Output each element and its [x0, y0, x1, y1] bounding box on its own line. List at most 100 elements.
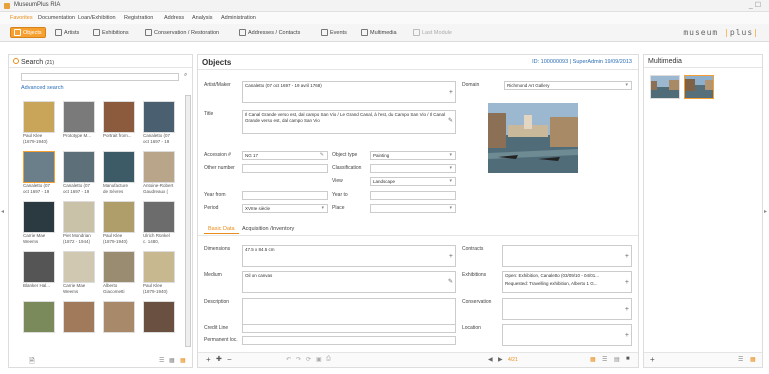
- result-item[interactable]: Antoine-Robert Gaudreaux (: [143, 151, 181, 194]
- media-grid-icon[interactable]: ▦: [750, 356, 756, 363]
- result-thumbnail[interactable]: [103, 101, 135, 133]
- add-contract-icon[interactable]: +: [625, 253, 629, 259]
- delete-icon[interactable]: −: [227, 355, 232, 364]
- tab-acquisition-inventory[interactable]: Acquisition /Inventory: [238, 224, 298, 234]
- exhibitions-field[interactable]: Open: Exhibition, Canaletto (03/09/10 - …: [502, 271, 632, 293]
- period-select[interactable]: XVIIIe siècle ▾: [242, 204, 328, 213]
- menu-analysis[interactable]: Analysis: [192, 15, 212, 21]
- exhibition-entry[interactable]: Open: Exhibition, Canaletto (03/09/10 - …: [505, 273, 617, 279]
- edit-title-icon[interactable]: ✎: [448, 118, 453, 125]
- result-thumbnail[interactable]: [23, 301, 55, 333]
- result-thumbnail[interactable]: [103, 151, 135, 183]
- result-thumbnail[interactable]: [143, 301, 175, 333]
- result-item[interactable]: Portrait from...: [103, 101, 141, 139]
- location-field[interactable]: +: [502, 324, 632, 346]
- list-view-icon[interactable]: ☰: [159, 357, 164, 364]
- result-item[interactable]: [103, 301, 141, 333]
- result-thumbnail[interactable]: [143, 101, 175, 133]
- events-module-button[interactable]: Events: [318, 27, 350, 38]
- title-field[interactable]: Il Canal Grande verso est, dal campo San…: [242, 110, 456, 134]
- result-item[interactable]: Prototype M...: [63, 101, 101, 139]
- result-thumbnail[interactable]: [143, 151, 175, 183]
- objects-module-button[interactable]: Objects: [10, 27, 46, 38]
- search-submit-icon[interactable]: ⌕: [184, 72, 187, 79]
- undo-icon[interactable]: ↶: [286, 356, 291, 363]
- menu-address[interactable]: Address: [164, 15, 184, 21]
- add-conservation-icon[interactable]: +: [625, 306, 629, 312]
- result-item[interactable]: Canaletto (07 oct 1697 - 19: [63, 151, 101, 194]
- add-exhibition-icon[interactable]: +: [625, 279, 629, 285]
- exhibitions-module-button[interactable]: Exhibitions: [90, 27, 132, 38]
- prev-record-icon[interactable]: ◀: [488, 356, 493, 363]
- result-thumbnail[interactable]: [103, 201, 135, 233]
- grid-view-icon[interactable]: ▦: [169, 357, 175, 364]
- result-item[interactable]: Carrie Mae Weems: [23, 201, 61, 244]
- results-scrollbar[interactable]: [185, 95, 191, 347]
- result-thumbnail[interactable]: [23, 101, 55, 133]
- other-number-field[interactable]: [242, 164, 328, 173]
- medium-field[interactable]: Oil on canvas ✎: [242, 271, 456, 293]
- result-item[interactable]: Paul Klee (1879-1940): [23, 101, 61, 144]
- result-thumbnail[interactable]: [63, 251, 95, 283]
- media-list-icon[interactable]: ☰: [738, 356, 743, 363]
- redo-icon[interactable]: ↷: [296, 356, 301, 363]
- multimedia-thumb[interactable]: [650, 75, 680, 99]
- result-thumbnail[interactable]: [63, 101, 95, 133]
- result-item[interactable]: Alberto Giacometti: [103, 251, 141, 294]
- result-thumbnail[interactable]: [63, 201, 95, 233]
- year-to-field[interactable]: [370, 191, 456, 200]
- result-item[interactable]: [23, 301, 61, 333]
- result-thumbnail[interactable]: [63, 301, 95, 333]
- add-dimension-icon[interactable]: +: [449, 253, 453, 259]
- search-input[interactable]: [21, 73, 179, 81]
- result-thumbnail[interactable]: [23, 151, 55, 183]
- permanent-loc-field[interactable]: [242, 336, 456, 345]
- year-from-field[interactable]: [242, 191, 328, 200]
- object-type-select[interactable]: Painting ▾: [370, 151, 456, 160]
- refresh-icon[interactable]: ⟳: [306, 356, 311, 363]
- print-icon[interactable]: ⎙: [326, 356, 331, 363]
- accession-field[interactable]: NG 17 ✎: [242, 151, 328, 160]
- result-item[interactable]: Paul Klee (1879-1940): [103, 201, 141, 244]
- classification-select[interactable]: ▾: [370, 164, 456, 173]
- add-record-icon[interactable]: 🗎: [29, 357, 35, 368]
- result-item[interactable]: Canaletto (07 oct 1697 - 19: [143, 101, 181, 144]
- layout-list-icon[interactable]: ☰: [602, 356, 607, 363]
- contracts-field[interactable]: +: [502, 245, 632, 267]
- collapse-right-icon[interactable]: ▸: [764, 208, 767, 215]
- tab-basic-data[interactable]: Basic Data: [204, 224, 239, 234]
- multimedia-module-button[interactable]: Multimedia: [358, 27, 400, 38]
- result-thumbnail[interactable]: [23, 251, 55, 283]
- conservation-field[interactable]: +: [502, 298, 632, 320]
- place-select[interactable]: ▾: [370, 204, 456, 213]
- artists-module-button[interactable]: Artists: [52, 27, 82, 38]
- result-item[interactable]: [143, 301, 181, 333]
- add-location-icon[interactable]: +: [625, 332, 629, 338]
- conservation-module-button[interactable]: Conservation / Restoration: [142, 27, 222, 38]
- add-media-icon[interactable]: +: [650, 355, 655, 364]
- result-thumbnail[interactable]: [143, 251, 175, 283]
- last-module-button[interactable]: Last Module: [410, 27, 455, 38]
- add-object-icon[interactable]: +: [206, 355, 211, 364]
- result-item[interactable]: Piet Mondrian (1872 - 1944): [63, 201, 101, 244]
- edit-icon[interactable]: ✎: [320, 152, 324, 159]
- add-artist-icon[interactable]: +: [449, 89, 453, 95]
- domain-select[interactable]: Richmond Art Gallery ▾: [504, 81, 632, 90]
- dimensions-field[interactable]: 47.5 x 84.5 cm +: [242, 245, 456, 267]
- credit-line-field[interactable]: [242, 324, 456, 333]
- result-thumbnail[interactable]: [103, 301, 135, 333]
- result-thumbnail[interactable]: [63, 151, 95, 183]
- result-item[interactable]: Manufacture de Sèvres: [103, 151, 141, 194]
- save-icon[interactable]: ▣: [316, 356, 322, 363]
- next-record-icon[interactable]: ▶: [498, 356, 503, 363]
- window-controls[interactable]: _ ☐: [749, 1, 761, 9]
- collapse-left-icon[interactable]: ◂: [1, 208, 4, 215]
- layout-table-icon[interactable]: ▤: [614, 356, 620, 363]
- thumb-view-icon[interactable]: ▦: [180, 357, 186, 364]
- multimedia-thumb[interactable]: [684, 75, 714, 99]
- result-item[interactable]: Blanker Hal...: [23, 251, 61, 289]
- result-item[interactable]: [63, 301, 101, 333]
- result-thumbnail[interactable]: [143, 201, 175, 233]
- result-item[interactable]: Canaletto (07 oct 1697 - 19: [23, 151, 61, 194]
- advanced-search-link[interactable]: Advanced search: [21, 85, 64, 91]
